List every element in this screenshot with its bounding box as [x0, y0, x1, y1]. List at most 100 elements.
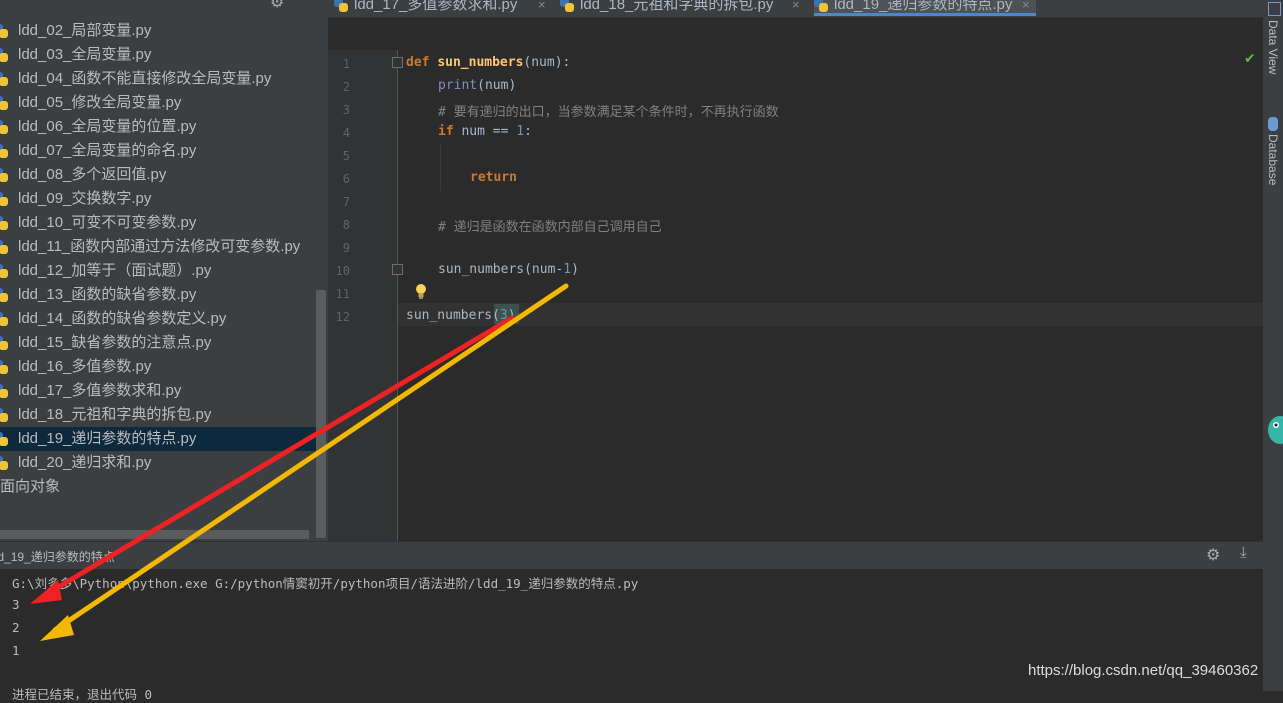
python-file-icon	[0, 24, 8, 38]
line-number: 6	[342, 172, 350, 186]
python-file-icon	[0, 336, 8, 350]
tree-item-label: ldd_17_多值参数求和.py	[18, 382, 182, 399]
tree-item[interactable]: ldd_17_多值参数求和.py	[0, 379, 316, 403]
tree-item[interactable]: ldd_14_函数的缺省参数定义.py	[0, 307, 316, 331]
hide-panel-icon[interactable]: ⤓	[1240, 544, 1247, 561]
tree-item-label: ldd_14_函数的缺省参数定义.py	[18, 310, 227, 327]
console-output-line: 1	[12, 643, 20, 658]
close-icon[interactable]: ×	[792, 0, 800, 16]
line-number: 1	[342, 57, 350, 71]
python-file-icon	[0, 216, 8, 230]
tree-folder[interactable]: 面向对象	[0, 475, 316, 499]
tree-item-label: ldd_06_全局变量的位置.py	[18, 118, 197, 135]
tree-folder-label: 面向对象	[0, 478, 61, 495]
tree-item[interactable]: ldd_19_递归参数的特点.py	[0, 427, 316, 451]
tree-item-label: ldd_03_全局变量.py	[18, 46, 152, 63]
tree-item[interactable]: ldd_08_多个返回值.py	[0, 163, 316, 187]
lightbulb-icon[interactable]	[414, 283, 428, 301]
tree-item[interactable]: ldd_09_交换数字.py	[0, 187, 316, 211]
gear-icon[interactable]: ⚙	[1206, 545, 1220, 565]
code-line-6: return	[470, 170, 517, 185]
current-line-highlight	[398, 303, 1263, 326]
tree-item-label: ldd_18_元祖和字典的拆包.py	[18, 406, 212, 423]
python-file-icon	[0, 264, 8, 278]
tree-item-label: ldd_13_函数的缺省参数.py	[18, 286, 197, 303]
python-file-icon	[0, 432, 8, 446]
mascot-icon	[1268, 416, 1283, 444]
tree-item-label: ldd_20_递归求和.py	[18, 454, 152, 471]
run-tab-title[interactable]: ldd_19_递归参数的特点	[0, 548, 115, 565]
watermark: https://blog.csdn.net/qq_39460362	[1028, 662, 1259, 679]
tree-item[interactable]: ldd_18_元祖和字典的拆包.py	[0, 403, 316, 427]
python-file-icon	[0, 384, 8, 398]
tree-item-label: ldd_07_全局变量的命名.py	[18, 142, 197, 159]
code-line-8: # 递归是函数在函数内部自己调用自己	[438, 220, 662, 235]
fold-marker[interactable]	[392, 57, 403, 68]
run-right-strip	[1263, 541, 1283, 691]
tree-item[interactable]: ldd_11_函数内部通过方法修改可变参数.py	[0, 235, 316, 259]
code-line-2: print(num)	[438, 78, 517, 93]
fold-marker[interactable]	[392, 264, 403, 275]
tree-item[interactable]: ldd_06_全局变量的位置.py	[0, 115, 316, 139]
code-line-1: def sun_numbers(num):	[406, 55, 571, 70]
line-number: 11	[335, 287, 350, 301]
tree-item[interactable]: ldd_07_全局变量的命名.py	[0, 139, 316, 163]
tree-item[interactable]: ldd_04_函数不能直接修改全局变量.py	[0, 67, 316, 91]
python-file-icon	[0, 168, 8, 182]
editor-tab[interactable]: ldd_18_元祖和字典的拆包.py ×	[560, 0, 806, 16]
code-line-12: sun_numbers(3)	[406, 308, 516, 323]
python-file-icon	[0, 456, 8, 470]
close-icon[interactable]: ×	[538, 0, 546, 16]
line-number: 7	[342, 195, 350, 209]
python-file-icon	[0, 312, 8, 326]
data-view-tab[interactable]: Data View	[1266, 20, 1280, 74]
python-file-icon	[0, 120, 8, 134]
line-number: 8	[342, 218, 350, 232]
python-file-icon	[0, 408, 8, 422]
tree-item[interactable]: ldd_13_函数的缺省参数.py	[0, 283, 316, 307]
indent-guide	[440, 143, 441, 191]
sidebar-vertical-scrollbar[interactable]	[316, 290, 326, 538]
console-command: G:\刘多多\Python\python.exe G:/python情窦初开/p…	[12, 576, 639, 591]
tab-label: ldd_19_递归参数的特点.py	[834, 0, 1013, 13]
database-icon	[1268, 117, 1278, 131]
console-output-line: 2	[12, 620, 20, 635]
python-file-icon	[334, 0, 348, 12]
code-line-4: if num == 1:	[438, 124, 532, 139]
tree-item[interactable]: ldd_10_可变不可变参数.py	[0, 211, 316, 235]
tree-item-label: ldd_16_多值参数.py	[18, 358, 152, 375]
gear-icon[interactable]: ⚙	[270, 0, 284, 12]
tree-item[interactable]: ldd_12_加等于（面试题）.py	[0, 259, 316, 283]
python-file-icon	[814, 0, 828, 12]
editor-tab[interactable]: ldd_19_递归参数的特点.py ×	[814, 0, 1036, 16]
tree-item[interactable]: ldd_03_全局变量.py	[0, 43, 316, 67]
editor-tab[interactable]: ldd_17_多值参数求和.py ×	[334, 0, 552, 16]
python-file-icon	[0, 48, 8, 62]
python-file-icon	[0, 144, 8, 158]
line-number: 4	[342, 126, 350, 140]
sidebar-horizontal-scrollbar[interactable]	[0, 530, 309, 539]
check-icon: ✔	[1244, 50, 1256, 66]
tree-item[interactable]: ldd_02_局部变量.py	[0, 19, 316, 43]
database-tab[interactable]: Database	[1266, 134, 1280, 185]
python-file-icon	[560, 0, 574, 12]
line-number: 12	[335, 310, 350, 324]
python-file-icon	[0, 96, 8, 110]
python-file-icon	[0, 288, 8, 302]
grid-icon	[1268, 2, 1281, 16]
run-panel-header: ldd_19_递归参数的特点 ⚙ ⤓	[0, 541, 1263, 570]
close-icon[interactable]: ×	[1022, 0, 1030, 16]
tree-item[interactable]: ldd_15_缺省参数的注意点.py	[0, 331, 316, 355]
tree-item-label: ldd_11_函数内部通过方法修改可变参数.py	[18, 238, 301, 255]
tree-item-label: ldd_09_交换数字.py	[18, 190, 152, 207]
python-file-icon	[0, 192, 8, 206]
line-number: 9	[342, 241, 350, 255]
tree-item[interactable]: ldd_16_多值参数.py	[0, 355, 316, 379]
tree-item-label: ldd_04_函数不能直接修改全局变量.py	[18, 70, 272, 87]
line-number: 5	[342, 149, 350, 163]
tree-item[interactable]: ldd_20_递归求和.py	[0, 451, 316, 475]
editor-tab-bar: ldd_17_多值参数求和.py × ldd_18_元祖和字典的拆包.py × ldd_…	[328, 0, 1263, 18]
code-line-3: # 要有递归的出口，当参数满足某个条件时，不再执行函数	[438, 105, 779, 120]
tree-item[interactable]: ldd_05_修改全局变量.py	[0, 91, 316, 115]
code-line-10: sun_numbers(num-1)	[438, 262, 579, 277]
